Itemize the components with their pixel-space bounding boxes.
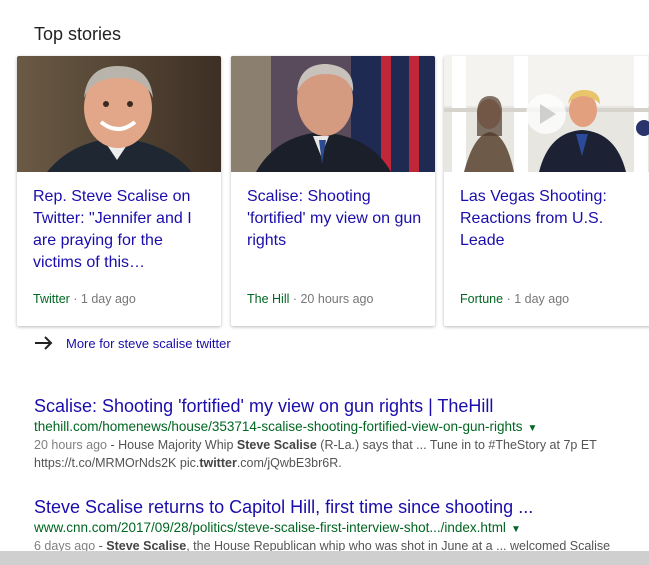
result-url: www.cnn.com/2017/09/28/politics/steve-sc… <box>34 520 610 535</box>
arrow-right-icon <box>35 336 53 350</box>
story-card-2[interactable]: Scalise: Shooting 'fortified' my view on… <box>231 56 435 326</box>
snippet-text: (R-La.) says that ... Tune in to #TheSto… <box>316 438 597 452</box>
result-url: thehill.com/homenews/house/353714-scalis… <box>34 419 597 434</box>
meta-separator: · <box>503 292 515 306</box>
story-age: 20 hours ago <box>300 292 374 306</box>
more-stories-label: More for steve scalise twitter <box>66 335 231 351</box>
result-url-text: www.cnn.com/2017/09/28/politics/steve-sc… <box>34 520 506 535</box>
story-thumbnail-2[interactable] <box>231 56 435 172</box>
story-age: 1 day ago <box>514 292 570 306</box>
story-meta: Twitter · 1 day ago <box>33 292 136 306</box>
story-headline[interactable]: Las Vegas Shooting: Reactions from U.S. … <box>460 186 636 252</box>
story-headline[interactable]: Scalise: Shooting 'fortified' my view on… <box>247 186 423 252</box>
result-title[interactable]: Scalise: Shooting 'fortified' my view on… <box>34 396 597 417</box>
story-headline[interactable]: Rep. Steve Scalise on Twitter: "Jennifer… <box>33 186 209 274</box>
meta-separator: · <box>69 292 81 306</box>
result-date: 20 hours ago <box>34 438 107 452</box>
snippet-text: .com/jQwbE3br6R. <box>236 456 342 470</box>
story-source: Fortune <box>460 292 504 306</box>
story-card-3[interactable]: Las Vegas Shooting: Reactions from U.S. … <box>444 56 649 326</box>
snippet-bold: twitter <box>199 456 237 470</box>
story-source: Twitter <box>33 292 70 306</box>
story-thumbnail-1[interactable] <box>17 56 221 172</box>
story-thumbnail-3[interactable] <box>444 56 649 172</box>
story-card-1[interactable]: Rep. Steve Scalise on Twitter: "Jennifer… <box>17 56 221 326</box>
story-age: 1 day ago <box>80 292 136 306</box>
snippet-text: https://t.co/MRMOrNds2K pic. <box>34 456 200 470</box>
dropdown-arrow-icon[interactable]: ▼ <box>511 524 521 535</box>
dropdown-arrow-icon[interactable]: ▼ <box>528 423 538 434</box>
result-title[interactable]: Steve Scalise returns to Capitol Hill, f… <box>34 497 610 518</box>
more-stories-link[interactable]: More for steve scalise twitter <box>34 335 231 351</box>
snippet-bold: Steve Scalise <box>236 438 317 452</box>
search-result-1: Scalise: Shooting 'fortified' my view on… <box>34 396 597 472</box>
story-source: The Hill <box>247 292 290 306</box>
story-meta: The Hill · 20 hours ago <box>247 292 373 306</box>
section-title: Top stories <box>34 24 122 44</box>
snippet-text: - House Majority Whip <box>106 438 237 452</box>
horizontal-scrollbar[interactable] <box>0 551 649 565</box>
story-meta: Fortune · 1 day ago <box>460 292 569 306</box>
search-result-2: Steve Scalise returns to Capitol Hill, f… <box>34 497 610 555</box>
meta-separator: · <box>289 292 301 306</box>
result-url-text: thehill.com/homenews/house/353714-scalis… <box>34 419 523 434</box>
result-snippet: 20 hours ago - House Majority Whip Steve… <box>34 436 597 472</box>
